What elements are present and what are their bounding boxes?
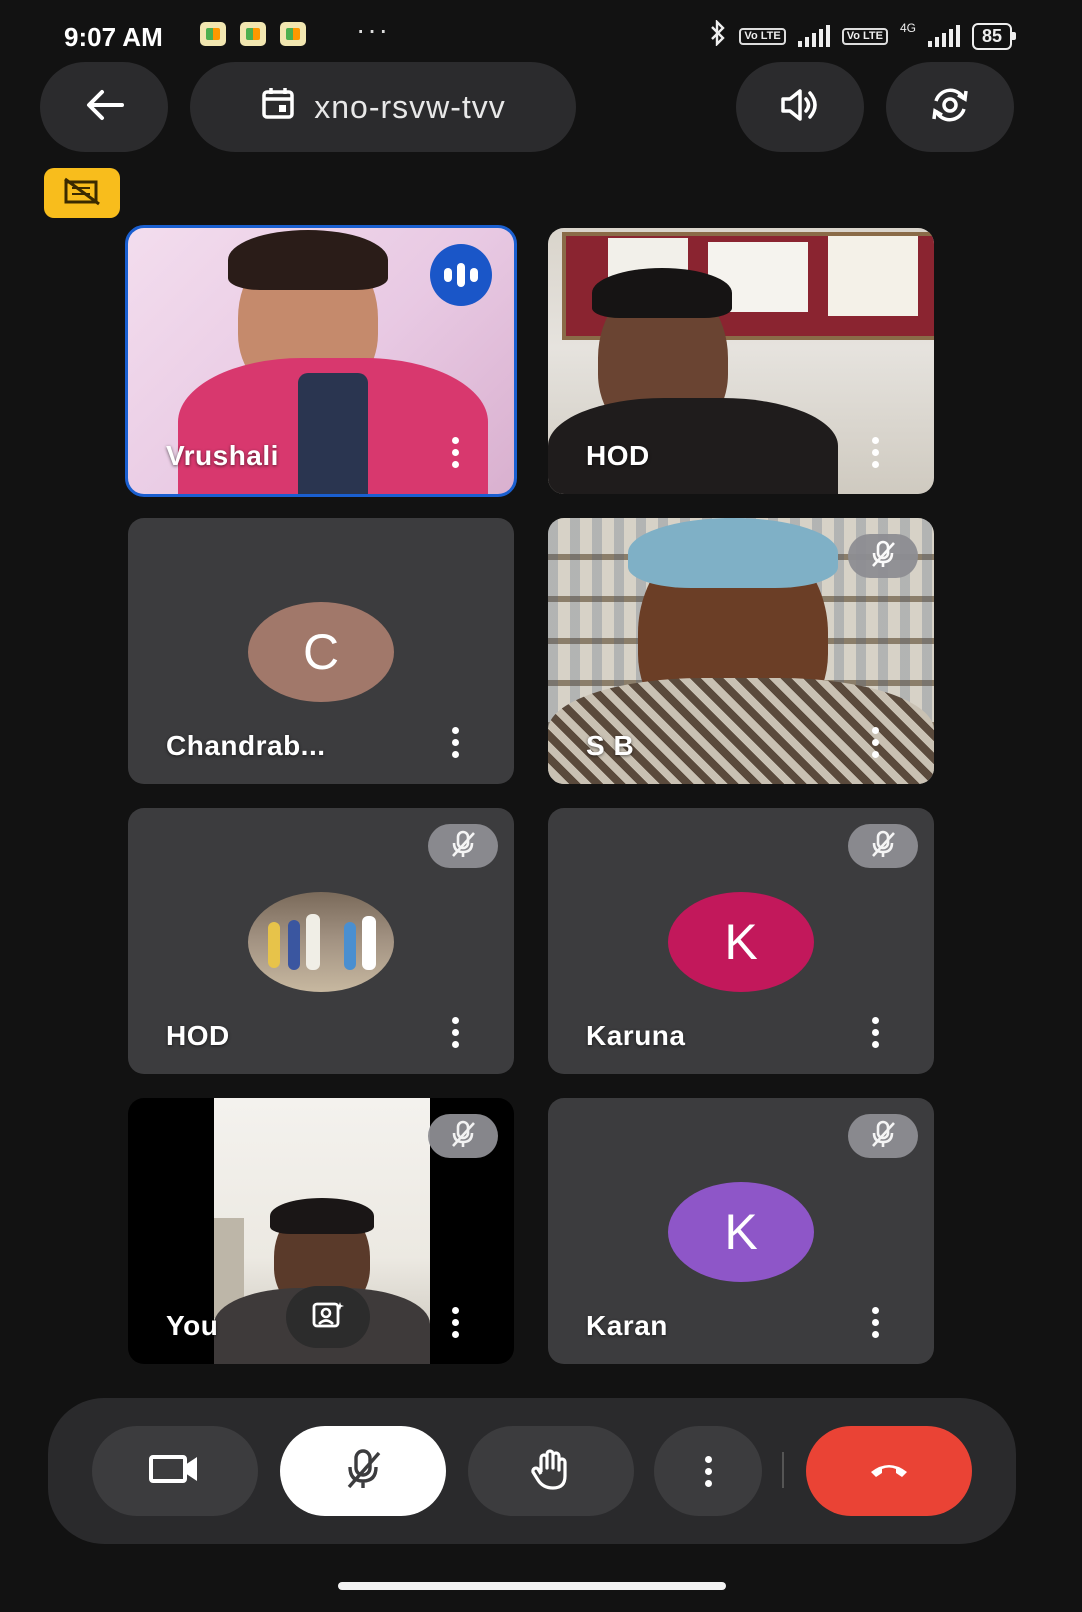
participant-name: You	[166, 1310, 219, 1341]
speaking-indicator-icon	[430, 244, 492, 306]
video-camera-icon	[147, 1451, 203, 1492]
leave-call-button[interactable]	[806, 1426, 972, 1516]
participant-options-button[interactable]	[860, 722, 890, 762]
participant-name: Chandrab...	[166, 730, 326, 761]
meeting-code: xno-rsvw-tvv	[314, 88, 506, 125]
switch-camera-button[interactable]	[886, 62, 1014, 152]
speaker-icon	[779, 87, 821, 128]
back-button[interactable]	[40, 62, 168, 152]
calendar-icon	[260, 85, 296, 129]
system-status: Vo LTE Vo LTE 4G 85	[709, 19, 1017, 52]
participant-name: Karuna	[586, 1020, 686, 1051]
participant-options-button[interactable]	[440, 432, 470, 472]
app-notification-icon	[200, 22, 226, 46]
more-notifications-icon: ···	[356, 14, 390, 45]
audio-output-button[interactable]	[736, 62, 864, 152]
participant-name: Vrushali	[166, 440, 279, 471]
participant-photo-avatar	[248, 892, 394, 992]
participant-tile[interactable]: HOD	[128, 808, 514, 1074]
mic-off-badge	[848, 1114, 918, 1158]
participant-options-button[interactable]	[440, 1302, 470, 1342]
participant-tile[interactable]: HOD	[548, 228, 934, 494]
signal-icon	[927, 25, 960, 47]
mic-off-icon	[343, 1447, 383, 1496]
notification-icons	[200, 22, 306, 46]
participant-options-button[interactable]	[440, 1012, 470, 1052]
visual-effects-icon	[311, 1300, 345, 1335]
participant-options-button[interactable]	[860, 432, 890, 472]
participant-avatar: K	[668, 1182, 814, 1282]
raise-hand-icon	[529, 1446, 573, 1497]
mic-off-badge	[848, 824, 918, 868]
participant-tile[interactable]: C Chandrab...	[128, 518, 514, 784]
bluetooth-icon	[709, 19, 727, 52]
meeting-info-button[interactable]: xno-rsvw-tvv	[190, 62, 576, 152]
app-notification-icon	[240, 22, 266, 46]
participant-tile[interactable]: K Karuna	[548, 808, 934, 1074]
mic-off-icon	[449, 829, 477, 864]
mic-off-icon	[869, 1119, 897, 1154]
home-indicator[interactable]	[338, 1582, 726, 1590]
hang-up-icon	[867, 1458, 911, 1485]
participant-name: Karan	[586, 1310, 668, 1341]
arrow-left-icon	[84, 88, 124, 127]
mic-off-icon	[869, 829, 897, 864]
more-options-button[interactable]	[654, 1426, 762, 1516]
visual-effects-button[interactable]	[286, 1286, 370, 1348]
participant-options-button[interactable]	[440, 722, 470, 762]
participant-options-button[interactable]	[860, 1012, 890, 1052]
participant-tile[interactable]: Vrushali	[125, 225, 517, 497]
mic-off-icon	[869, 539, 897, 574]
mic-off-icon	[449, 1119, 477, 1154]
raise-hand-button[interactable]	[468, 1426, 634, 1516]
more-vertical-icon	[704, 1455, 712, 1487]
participant-name: S B	[586, 730, 635, 761]
mic-off-badge	[428, 824, 498, 868]
participant-options-button[interactable]	[860, 1302, 890, 1342]
controls-divider	[782, 1452, 784, 1488]
mic-off-badge	[428, 1114, 498, 1158]
participant-avatar: K	[668, 892, 814, 992]
camera-toggle-button[interactable]	[92, 1426, 258, 1516]
status-time: 9:07 AM	[64, 22, 163, 52]
signal-icon	[797, 25, 830, 47]
camera-off-icon	[62, 176, 102, 211]
participant-avatar: C	[248, 602, 394, 702]
participant-tile[interactable]: S B	[548, 518, 934, 784]
participant-tile[interactable]: K Karan	[548, 1098, 934, 1364]
self-view-tile[interactable]: You	[128, 1098, 514, 1364]
volte-badge: Vo LTE	[739, 27, 786, 45]
participant-name: HOD	[166, 1020, 230, 1051]
mic-toggle-button[interactable]	[280, 1426, 446, 1516]
switch-camera-icon	[928, 85, 972, 130]
network-type: 4G	[899, 21, 916, 35]
camera-off-badge	[44, 168, 120, 218]
app-notification-icon	[280, 22, 306, 46]
mic-off-badge	[848, 534, 918, 578]
participant-name: HOD	[586, 440, 650, 471]
volte-badge: Vo LTE	[841, 27, 888, 45]
battery-indicator: 85	[971, 22, 1017, 50]
